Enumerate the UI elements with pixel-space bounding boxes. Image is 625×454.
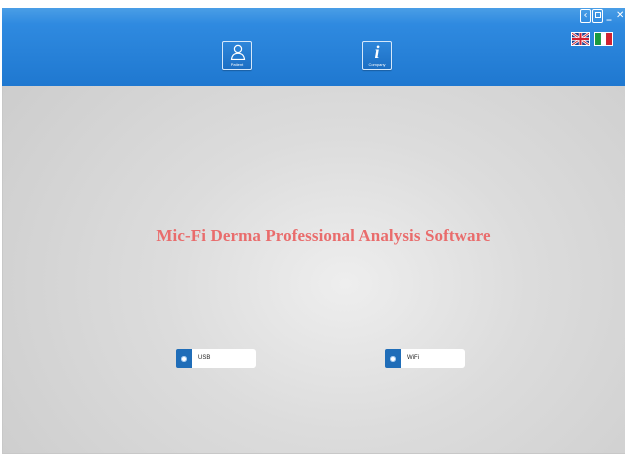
maximize-icon[interactable] (592, 9, 603, 23)
back-icon[interactable]: ‹ (580, 9, 591, 23)
patient-label: Patient (230, 62, 244, 67)
usb-label: USB (192, 349, 256, 368)
close-icon[interactable]: ✕ (615, 9, 625, 23)
minimize-icon[interactable]: _ (604, 9, 614, 23)
radio-dot-icon (181, 355, 187, 362)
wifi-radio[interactable] (385, 349, 401, 368)
window-controls: ‹ _ ✕ (579, 8, 625, 24)
title-bar (2, 8, 625, 24)
user-icon (230, 44, 246, 60)
header-bar: Patient i Company (2, 24, 625, 86)
patient-button[interactable]: Patient (222, 41, 252, 70)
app-title: Mic-Fi Derma Professional Analysis Softw… (156, 226, 491, 245)
wifi-option[interactable]: WiFi (385, 349, 465, 368)
usb-option[interactable]: USB (176, 349, 256, 368)
usb-radio[interactable] (176, 349, 192, 368)
language-selector (571, 32, 613, 46)
company-button[interactable]: i Company (362, 41, 392, 70)
company-label: Company (368, 62, 386, 67)
uk-flag-icon[interactable] (571, 32, 590, 46)
info-icon: i (374, 42, 380, 62)
wifi-label: WiFi (401, 349, 465, 368)
radio-dot-icon (390, 355, 396, 362)
italy-flag-icon[interactable] (594, 32, 613, 46)
